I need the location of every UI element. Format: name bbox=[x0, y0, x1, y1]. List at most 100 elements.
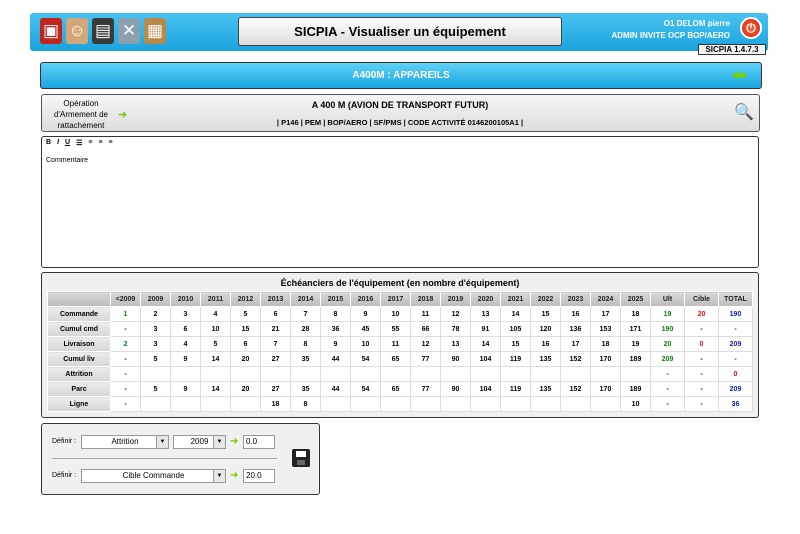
underline-button[interactable]: U bbox=[65, 139, 70, 147]
table-cell: 135 bbox=[530, 351, 561, 367]
table-cell: 16 bbox=[530, 336, 561, 352]
align-left-button[interactable]: ≡ bbox=[88, 139, 92, 147]
arrow-right-icon: ➜ bbox=[230, 470, 239, 481]
table-cell: 12 bbox=[440, 306, 471, 322]
header-corner bbox=[47, 291, 111, 307]
back-arrow-icon[interactable]: ⬅ bbox=[732, 66, 752, 84]
table-cell: 5 bbox=[200, 336, 231, 352]
chevron-down-icon[interactable]: ▼ bbox=[213, 470, 225, 482]
table-cell bbox=[410, 366, 441, 382]
table-cell: 15 bbox=[530, 306, 561, 322]
table-cell: 15 bbox=[230, 321, 261, 337]
column-header: 2011 bbox=[200, 291, 231, 307]
table-cell: - bbox=[684, 381, 719, 397]
table-cell: - bbox=[684, 321, 719, 337]
table-cell: - bbox=[718, 321, 753, 337]
user-info: O1 DELOM pierre ADMIN INVITE OCP BOP/AER… bbox=[560, 18, 730, 42]
italic-button[interactable]: I bbox=[57, 139, 59, 147]
table-cell: 8 bbox=[320, 306, 351, 322]
align-center-button[interactable]: ≡ bbox=[98, 139, 102, 147]
equipment-name: A 400 M (AVION DE TRANSPORT FUTUR) bbox=[311, 100, 489, 110]
value-input-2[interactable]: 20.0 bbox=[243, 469, 275, 483]
table-row: Livraison 2 3 4 5 6 7 8 9 10 11 12 13 14 15 16 17 18 19 20 0… bbox=[47, 336, 753, 352]
table-cell: 90 bbox=[440, 351, 471, 367]
table-cell: 78 bbox=[440, 321, 471, 337]
table-cell: 6 bbox=[230, 336, 261, 352]
table-cell: - bbox=[684, 366, 719, 382]
tools-app-icon[interactable]: ✕ bbox=[118, 18, 140, 44]
power-icon[interactable]: ⏻ bbox=[740, 17, 762, 39]
table-cell bbox=[230, 366, 261, 382]
echeancier-table: <2009 2009 2010 2011 2012 2013 2014 2015 2016 201… bbox=[47, 291, 753, 412]
column-header: 2019 bbox=[440, 291, 471, 307]
row-label: Commande bbox=[47, 306, 111, 322]
table-cell: 91 bbox=[470, 321, 501, 337]
table-cell: - bbox=[110, 396, 141, 412]
bold-button[interactable]: B bbox=[46, 139, 51, 147]
table-cell bbox=[200, 366, 231, 382]
column-header: <2009 bbox=[110, 291, 141, 307]
user-role: ADMIN INVITE OCP BOP/AERO bbox=[611, 31, 730, 40]
table-row: Parc -5 9 14 20 27 35 44 54 65 77 90 104 119 135 152 170… bbox=[47, 381, 753, 397]
table-cell: 9 bbox=[320, 336, 351, 352]
chevron-down-icon[interactable]: ▼ bbox=[156, 436, 168, 448]
table-cell: 35 bbox=[290, 381, 321, 397]
table-cell: 170 bbox=[590, 351, 621, 367]
table-cell: 66 bbox=[410, 321, 441, 337]
arrow-right-icon: ➜ bbox=[230, 436, 239, 447]
editor-toolbar: B I U ☰ ≡ ≡ ≡ bbox=[46, 139, 113, 147]
table-cell bbox=[170, 366, 201, 382]
value-input-1[interactable]: 0.0 bbox=[243, 435, 275, 449]
table-cell bbox=[590, 396, 621, 412]
table-cell: 5 bbox=[140, 351, 171, 367]
table-cell bbox=[470, 366, 501, 382]
table-cell: - bbox=[684, 351, 719, 367]
table-cell: 2 bbox=[110, 336, 141, 352]
table-cell: 190 bbox=[718, 306, 753, 322]
table-cell bbox=[140, 396, 171, 412]
users-app-icon[interactable]: ☺ bbox=[66, 18, 88, 44]
align-right-button[interactable]: ≡ bbox=[109, 139, 113, 147]
table-cell: 20 bbox=[230, 351, 261, 367]
box-app-icon[interactable]: ▦ bbox=[144, 18, 166, 44]
comment-editor[interactable] bbox=[41, 136, 759, 268]
define-panel bbox=[41, 423, 320, 495]
equipment-codes: | P146 | PEM | BOP/AERO | SF/PMS | CODE … bbox=[276, 118, 524, 127]
table-cell: 20 bbox=[684, 306, 719, 322]
table-cell: 8 bbox=[290, 396, 321, 412]
table-cell: 90 bbox=[440, 381, 471, 397]
table-header-row: <2009 2009 2010 2011 2012 2013 2014 2015 2016 201… bbox=[47, 291, 753, 307]
pdf-app-icon[interactable]: ▣ bbox=[40, 18, 62, 44]
table-cell: 8 bbox=[290, 336, 321, 352]
list-button[interactable]: ☰ bbox=[76, 139, 82, 147]
table-cell bbox=[500, 396, 531, 412]
type-select-1[interactable]: Attrition ▼ bbox=[81, 435, 169, 449]
define-label-1: Définir : bbox=[52, 438, 77, 445]
arrow-right-icon[interactable]: ➜ bbox=[118, 108, 127, 121]
search-icon[interactable]: 🔍 bbox=[734, 102, 754, 122]
save-icon[interactable] bbox=[292, 449, 310, 467]
chevron-down-icon[interactable]: ▼ bbox=[213, 436, 225, 448]
table-cell: 7 bbox=[260, 336, 291, 352]
type-select-2[interactable]: Cible Commande ▼ bbox=[81, 469, 226, 483]
table-cell: 16 bbox=[560, 306, 591, 322]
film-app-icon[interactable]: ▤ bbox=[92, 18, 114, 44]
table-cell bbox=[350, 396, 381, 412]
version-badge: SICPIA 1.4.7.3 bbox=[698, 44, 766, 55]
table-cell: 209 bbox=[650, 351, 685, 367]
table-cell: - bbox=[650, 381, 685, 397]
comment-text[interactable]: Commentaire bbox=[46, 157, 88, 164]
year-select[interactable]: 2009 ▼ bbox=[173, 435, 226, 449]
table-cell: 27 bbox=[260, 351, 291, 367]
page-title: SICPIA - Visualiser un équipement bbox=[238, 17, 562, 46]
table-cell: 2 bbox=[140, 306, 171, 322]
column-header: 2010 bbox=[170, 291, 201, 307]
table-cell: 18 bbox=[260, 396, 291, 412]
table-cell: 17 bbox=[560, 336, 591, 352]
table-cell: 13 bbox=[470, 306, 501, 322]
table-cell bbox=[590, 366, 621, 382]
table-cell: 45 bbox=[350, 321, 381, 337]
table-cell: 14 bbox=[200, 351, 231, 367]
table-cell: 119 bbox=[500, 381, 531, 397]
table-cell bbox=[170, 396, 201, 412]
